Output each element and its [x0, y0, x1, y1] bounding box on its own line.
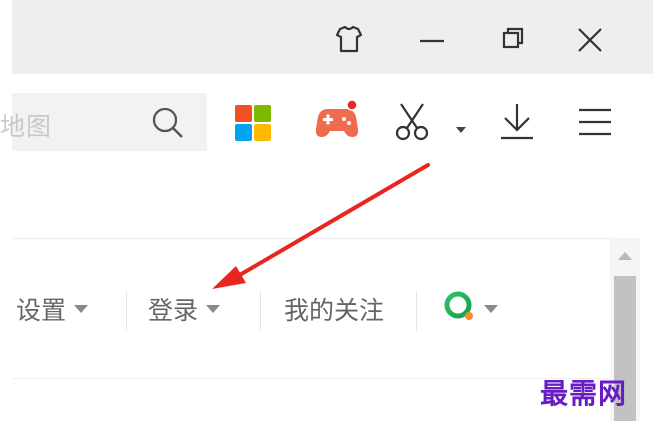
settings-menu[interactable]: 设置 — [16, 291, 89, 327]
watermark: 最需网 — [540, 377, 628, 410]
settings-label: 设置 — [16, 296, 67, 325]
download-icon[interactable] — [495, 100, 539, 148]
close-icon[interactable] — [567, 16, 613, 62]
divider — [416, 291, 417, 331]
chevron-down-icon — [74, 305, 89, 313]
scissors-dropdown-icon[interactable] — [454, 120, 468, 139]
scroll-up-icon[interactable] — [618, 252, 632, 260]
login-label: 登录 — [148, 296, 199, 325]
menu-icon[interactable] — [575, 102, 615, 146]
game-icon[interactable] — [312, 99, 362, 147]
my-follow-label: 我的关注 — [284, 296, 385, 325]
bookmark-bar: 设置 登录 我的关注 — [12, 238, 610, 379]
restore-icon[interactable] — [491, 16, 537, 62]
chevron-down-icon — [206, 305, 221, 313]
search-icon[interactable] — [150, 105, 186, 141]
divider — [260, 291, 261, 331]
apps-icon[interactable] — [234, 104, 272, 146]
my-follow-link[interactable]: 我的关注 — [284, 291, 384, 327]
divider — [12, 378, 610, 379]
chevron-down-icon — [484, 305, 498, 313]
search-input-text[interactable]: 地图 — [0, 107, 52, 143]
search-box[interactable]: 地图 — [0, 93, 207, 151]
minimize-icon[interactable] — [410, 16, 456, 62]
skin-icon[interactable] — [326, 16, 372, 62]
quark-icon — [442, 289, 476, 329]
login-menu[interactable]: 登录 — [148, 291, 221, 327]
divider — [126, 291, 127, 331]
quark-menu[interactable] — [442, 291, 498, 327]
toolbar: 地图 — [0, 74, 653, 174]
scissors-icon[interactable] — [392, 100, 436, 148]
title-bar — [12, 0, 653, 74]
